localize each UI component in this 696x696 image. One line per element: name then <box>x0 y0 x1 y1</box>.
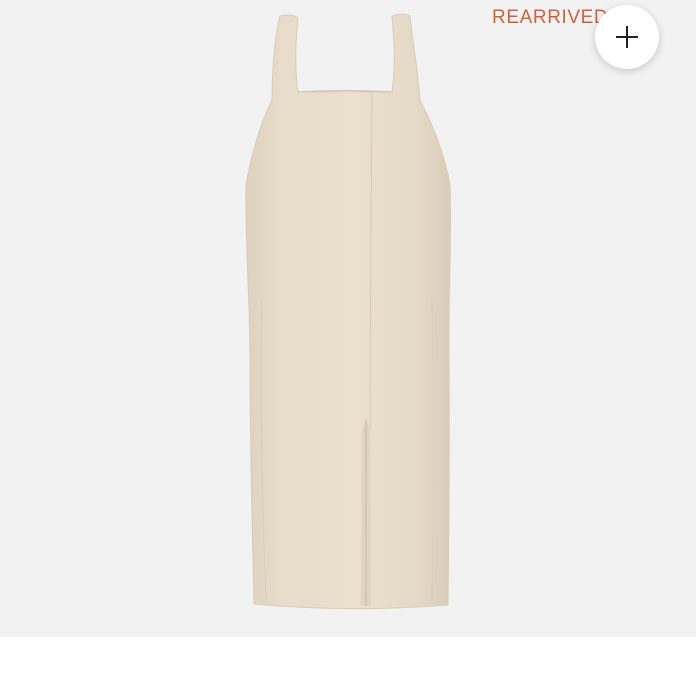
product-image[interactable]: REARRIVED <box>0 0 696 637</box>
product-card[interactable]: REARRIVED <box>0 0 696 696</box>
bottom-strip <box>0 637 696 696</box>
plus-icon <box>616 26 638 48</box>
dress-image <box>245 13 452 610</box>
add-button[interactable] <box>595 5 659 69</box>
